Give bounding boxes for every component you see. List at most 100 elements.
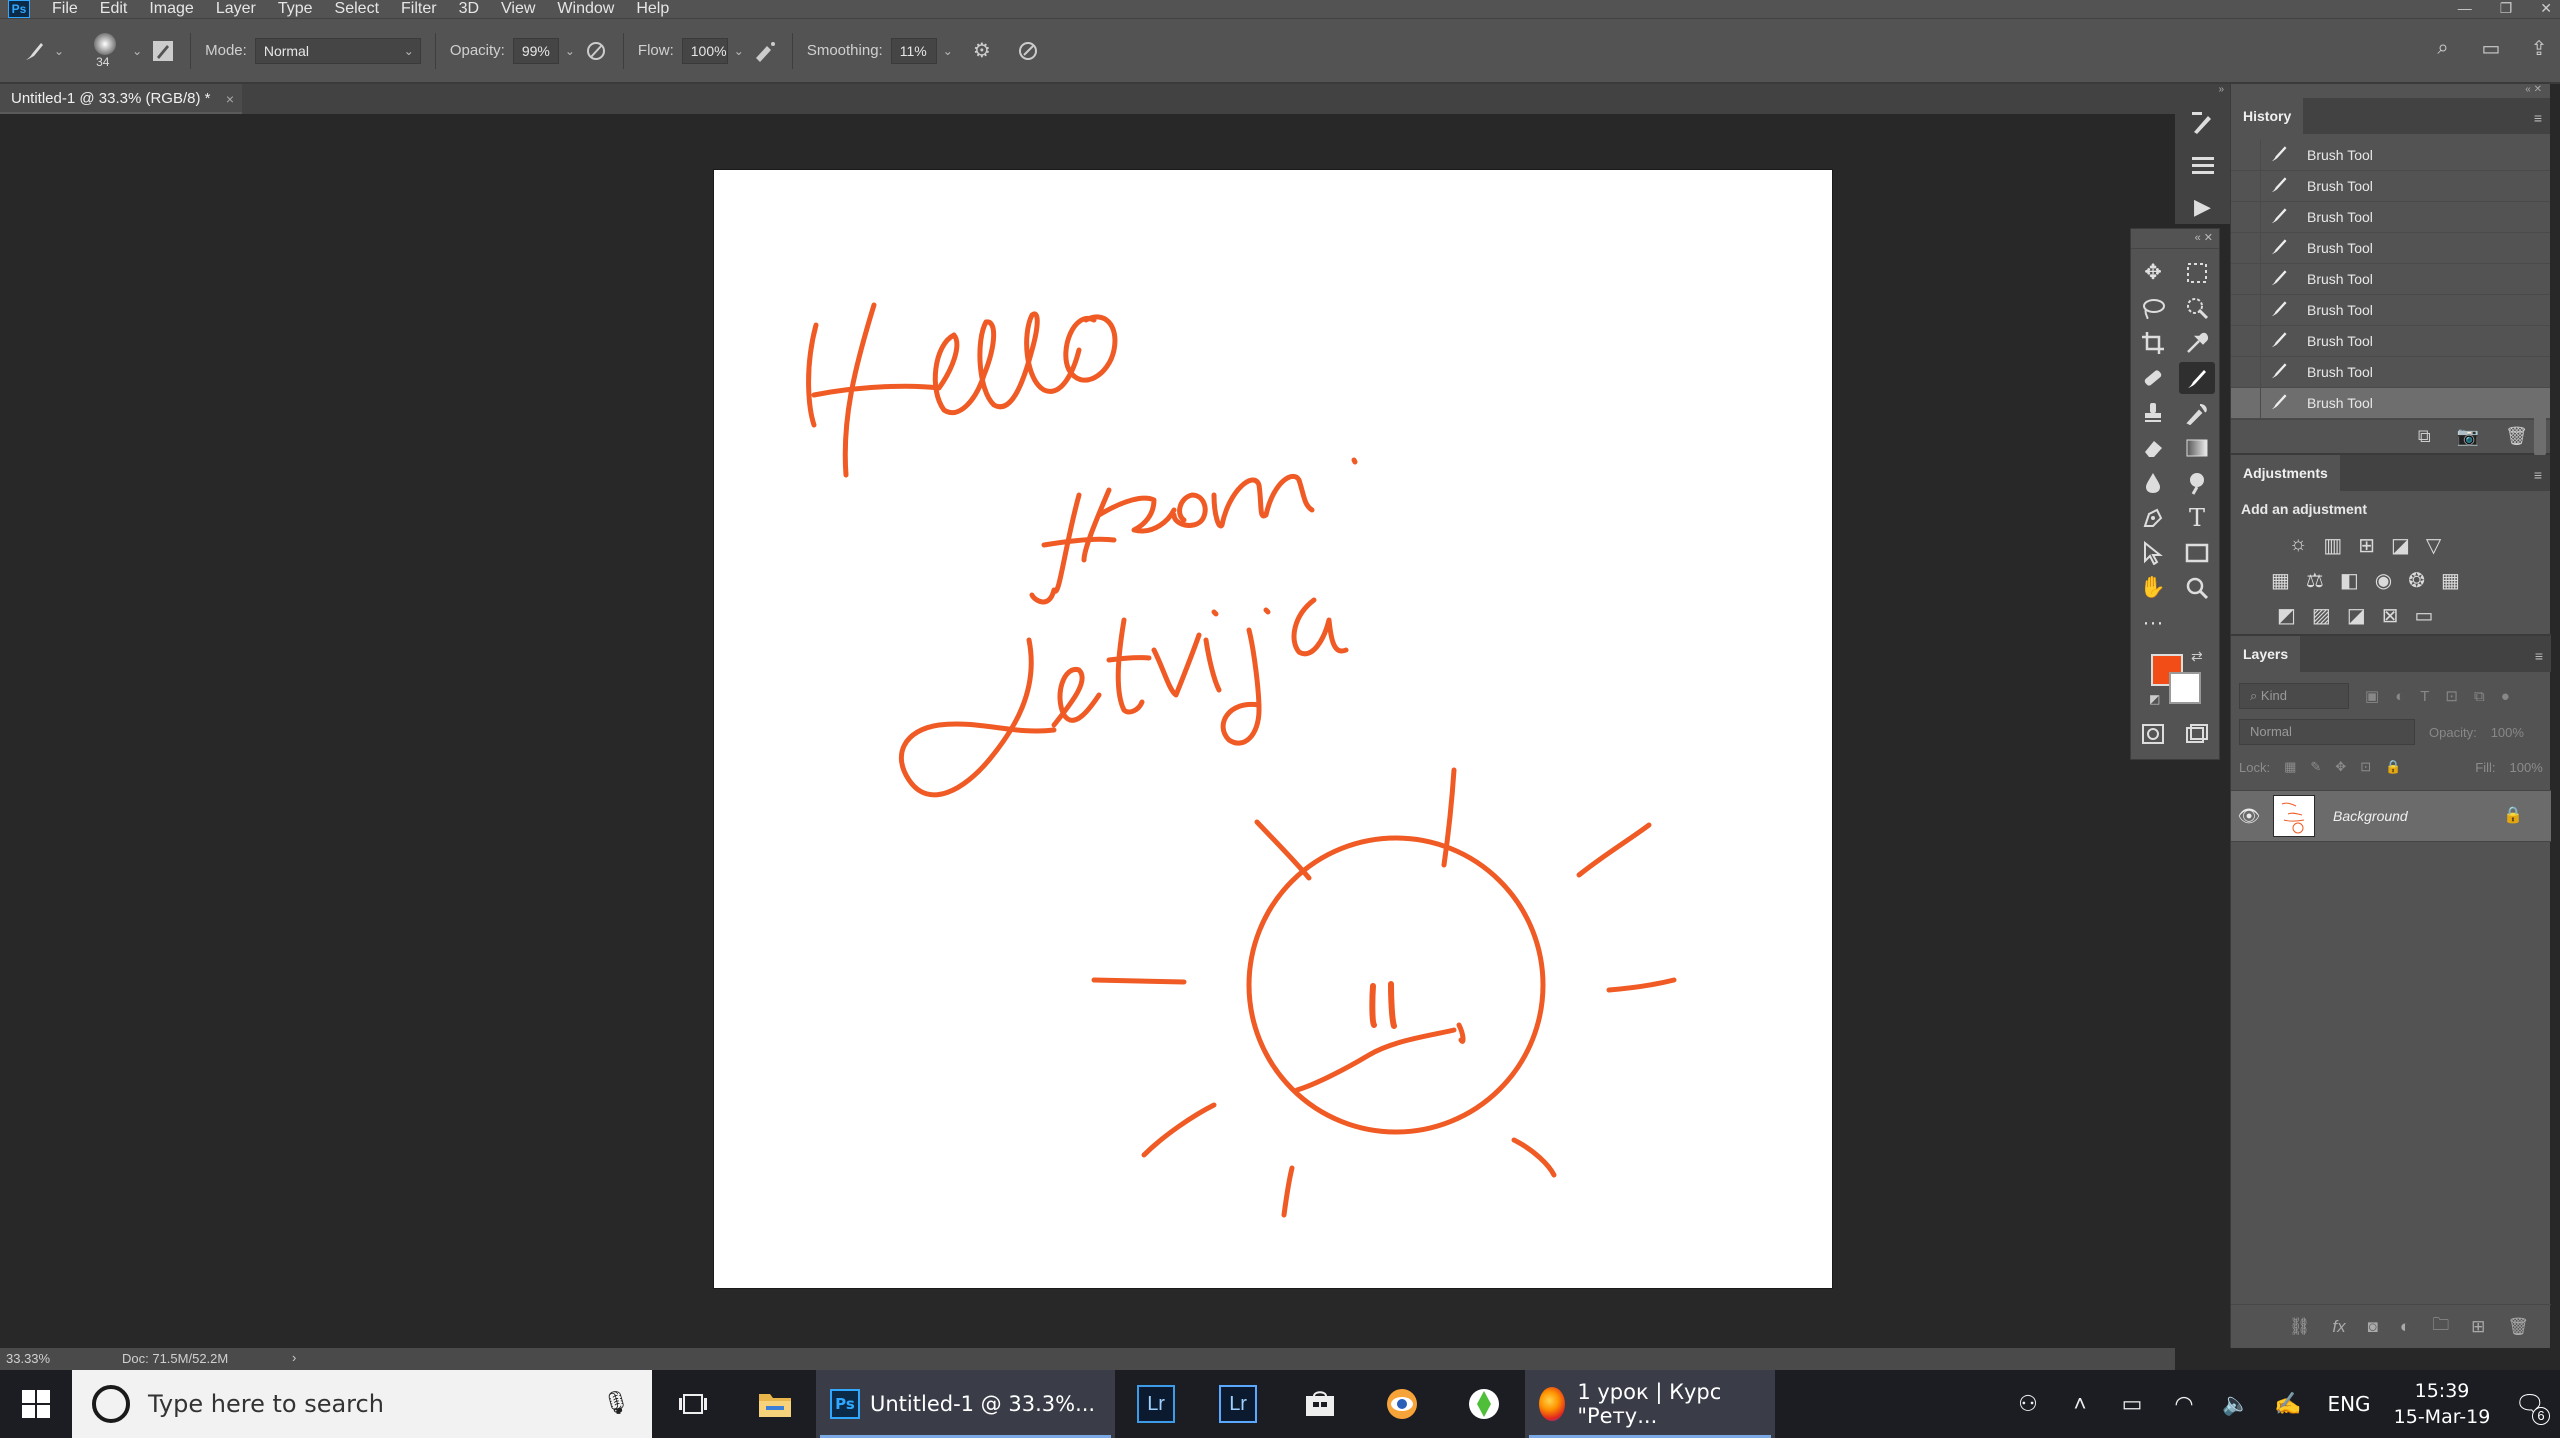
chevron-down-icon[interactable]: ⌄ <box>943 44 953 58</box>
photo-filter-icon[interactable]: ◉ <box>2375 568 2392 593</box>
vibrance-icon[interactable]: ▽ <box>2426 533 2441 558</box>
history-state-row[interactable]: Brush Tool <box>2231 356 2550 388</box>
mode-select[interactable]: Normal ⌄ <box>254 37 421 64</box>
clone-stamp-tool-icon[interactable] <box>2135 397 2171 429</box>
taskbar-app-photoshop[interactable]: Ps Untitled-1 @ 33.3%... <box>816 1370 1116 1438</box>
history-state-row[interactable]: Brush Tool <box>2231 139 2550 171</box>
flow-input[interactable]: 100% <box>681 37 728 64</box>
document-canvas[interactable] <box>714 170 1832 1288</box>
history-snapshot-source-toggle[interactable] <box>2231 139 2261 171</box>
lasso-tool-icon[interactable] <box>2135 292 2171 324</box>
healing-brush-tool-icon[interactable] <box>2135 362 2171 394</box>
brush-settings-panel-icon[interactable] <box>150 38 176 64</box>
tab-history[interactable]: History <box>2231 98 2304 134</box>
brush-presets-panel-icon[interactable] <box>2186 106 2220 140</box>
delete-state-icon[interactable]: 🗑 <box>2505 426 2528 447</box>
more-tools-icon[interactable]: ··· <box>2135 607 2171 639</box>
chevron-down-icon[interactable]: ⌄ <box>54 44 64 58</box>
history-scrollbar[interactable] <box>2534 142 2548 456</box>
clock[interactable]: 15:39 15-Mar-19 <box>2384 1378 2500 1430</box>
delete-layer-icon[interactable]: 🗑 <box>2507 1317 2529 1337</box>
quick-selection-tool-icon[interactable] <box>2179 292 2215 324</box>
marquee-tool-icon[interactable] <box>2179 257 2215 289</box>
layer-row[interactable]: 👁 Background 🔒 <box>2231 790 2551 842</box>
restore-icon[interactable]: ❐ <box>2500 0 2513 16</box>
chevron-down-icon[interactable]: ⌄ <box>734 44 744 58</box>
add-mask-icon[interactable]: ◙ <box>2368 1317 2378 1337</box>
lock-position-icon[interactable]: ✥ <box>2335 759 2346 775</box>
hand-tool-icon[interactable]: ✋ <box>2135 572 2171 604</box>
filter-pixel-icon[interactable]: ▣ <box>2365 687 2379 705</box>
zoom-tool-icon[interactable] <box>2179 572 2215 604</box>
panel-menu-icon[interactable]: ≡ <box>2534 110 2542 126</box>
history-state-row[interactable]: Brush Tool <box>2231 263 2550 295</box>
history-snapshot-source-toggle[interactable] <box>2231 325 2261 357</box>
layer-opacity-value[interactable]: 100% <box>2491 725 2524 740</box>
brush-preset-icon[interactable] <box>22 38 48 64</box>
dodge-tool-icon[interactable] <box>2179 467 2215 499</box>
visibility-eye-icon[interactable]: 👁 <box>2231 806 2267 827</box>
pressure-opacity-icon[interactable] <box>583 38 609 64</box>
quick-mask-icon[interactable] <box>2135 718 2171 750</box>
brush-tool-icon[interactable] <box>2179 361 2215 394</box>
channel-mixer-icon[interactable]: ❂ <box>2408 568 2425 593</box>
menu-file[interactable]: File <box>52 0 78 18</box>
link-layers-icon[interactable]: ⛓ <box>2289 1317 2311 1337</box>
tab-layers[interactable]: Layers <box>2231 636 2301 672</box>
pen-tool-icon[interactable] <box>2135 502 2171 534</box>
menu-select[interactable]: Select <box>335 0 379 18</box>
microphone-icon[interactable]: 🎙 <box>602 1390 630 1416</box>
new-adjustment-layer-icon[interactable]: ◐ <box>2400 1317 2410 1337</box>
taskbar-app-viewer[interactable] <box>1361 1370 1443 1438</box>
type-tool-icon[interactable]: T <box>2179 502 2215 534</box>
taskbar-search-box[interactable]: Type here to search 🎙 <box>72 1370 652 1438</box>
people-icon[interactable]: ⚇ <box>2002 1391 2054 1417</box>
history-state-row[interactable]: Brush Tool <box>2231 387 2550 419</box>
brush-size-picker[interactable]: 34 <box>86 31 126 71</box>
close-tab-icon[interactable]: × <box>226 84 234 114</box>
show-hidden-icons-chevron-icon[interactable]: ˄ <box>2054 1391 2106 1417</box>
history-state-row[interactable]: Brush Tool <box>2231 201 2550 233</box>
path-selection-tool-icon[interactable] <box>2135 537 2171 569</box>
menu-edit[interactable]: Edit <box>100 0 128 18</box>
hue-saturation-icon[interactable]: ▦ <box>2271 568 2290 593</box>
history-scroll-thumb[interactable] <box>2534 402 2546 456</box>
chevron-down-icon[interactable]: ⌄ <box>565 44 575 58</box>
posterize-icon[interactable]: ▨ <box>2312 603 2331 628</box>
screen-mode-icon[interactable] <box>2179 718 2215 750</box>
menu-view[interactable]: View <box>501 0 535 18</box>
fill-value[interactable]: 100% <box>2510 760 2543 775</box>
document-tab[interactable]: Untitled-1 @ 33.3% (RGB/8) * × <box>0 84 242 114</box>
levels-icon[interactable]: ▥ <box>2323 533 2342 558</box>
curves-icon[interactable]: ⊞ <box>2358 533 2375 558</box>
filter-type-icon[interactable]: T <box>2420 688 2429 705</box>
volume-icon[interactable]: 🔈 <box>2210 1391 2262 1417</box>
menu-filter[interactable]: Filter <box>401 0 437 18</box>
smoothing-gear-icon[interactable]: ⚙ <box>969 38 995 64</box>
toolbar-header[interactable]: « ✕ <box>2131 229 2219 249</box>
background-color-swatch[interactable] <box>2169 672 2201 704</box>
history-state-row[interactable]: Brush Tool <box>2231 232 2550 264</box>
exposure-icon[interactable]: ◪ <box>2391 533 2410 558</box>
workspace-icon[interactable]: ▭ <box>2478 35 2504 61</box>
history-snapshot-source-toggle[interactable] <box>2231 170 2261 202</box>
filter-smart-object-icon[interactable]: ⧉ <box>2474 688 2485 705</box>
taskbar-app-lightroom-2[interactable]: Lr <box>1197 1370 1279 1438</box>
history-snapshot-source-toggle[interactable] <box>2231 232 2261 264</box>
task-view-icon[interactable] <box>652 1370 734 1438</box>
zoom-level[interactable]: 33.33% <box>6 1351 50 1366</box>
menu-layer[interactable]: Layer <box>216 0 256 18</box>
menu-image[interactable]: Image <box>149 0 193 18</box>
history-state-row[interactable]: Brush Tool <box>2231 325 2550 357</box>
new-snapshot-icon[interactable]: 📷 <box>2457 426 2479 447</box>
action-center-icon[interactable]: 🗨 6 <box>2500 1390 2560 1425</box>
panel-menu-icon[interactable]: ≡ <box>2535 648 2543 664</box>
history-state-row[interactable]: Brush Tool <box>2231 294 2550 326</box>
color-lookup-icon[interactable]: ▦ <box>2441 568 2460 593</box>
taskbar-app-store[interactable] <box>1279 1370 1361 1438</box>
new-layer-icon[interactable]: ⊞ <box>2471 1317 2485 1337</box>
eraser-tool-icon[interactable] <box>2135 432 2171 464</box>
panel-menu-icon[interactable]: ≡ <box>2534 467 2542 483</box>
taskbar-app-firefox[interactable]: 1 урок | Курс "Рету... <box>1525 1370 1776 1438</box>
canvas-workspace[interactable] <box>0 114 2175 1348</box>
